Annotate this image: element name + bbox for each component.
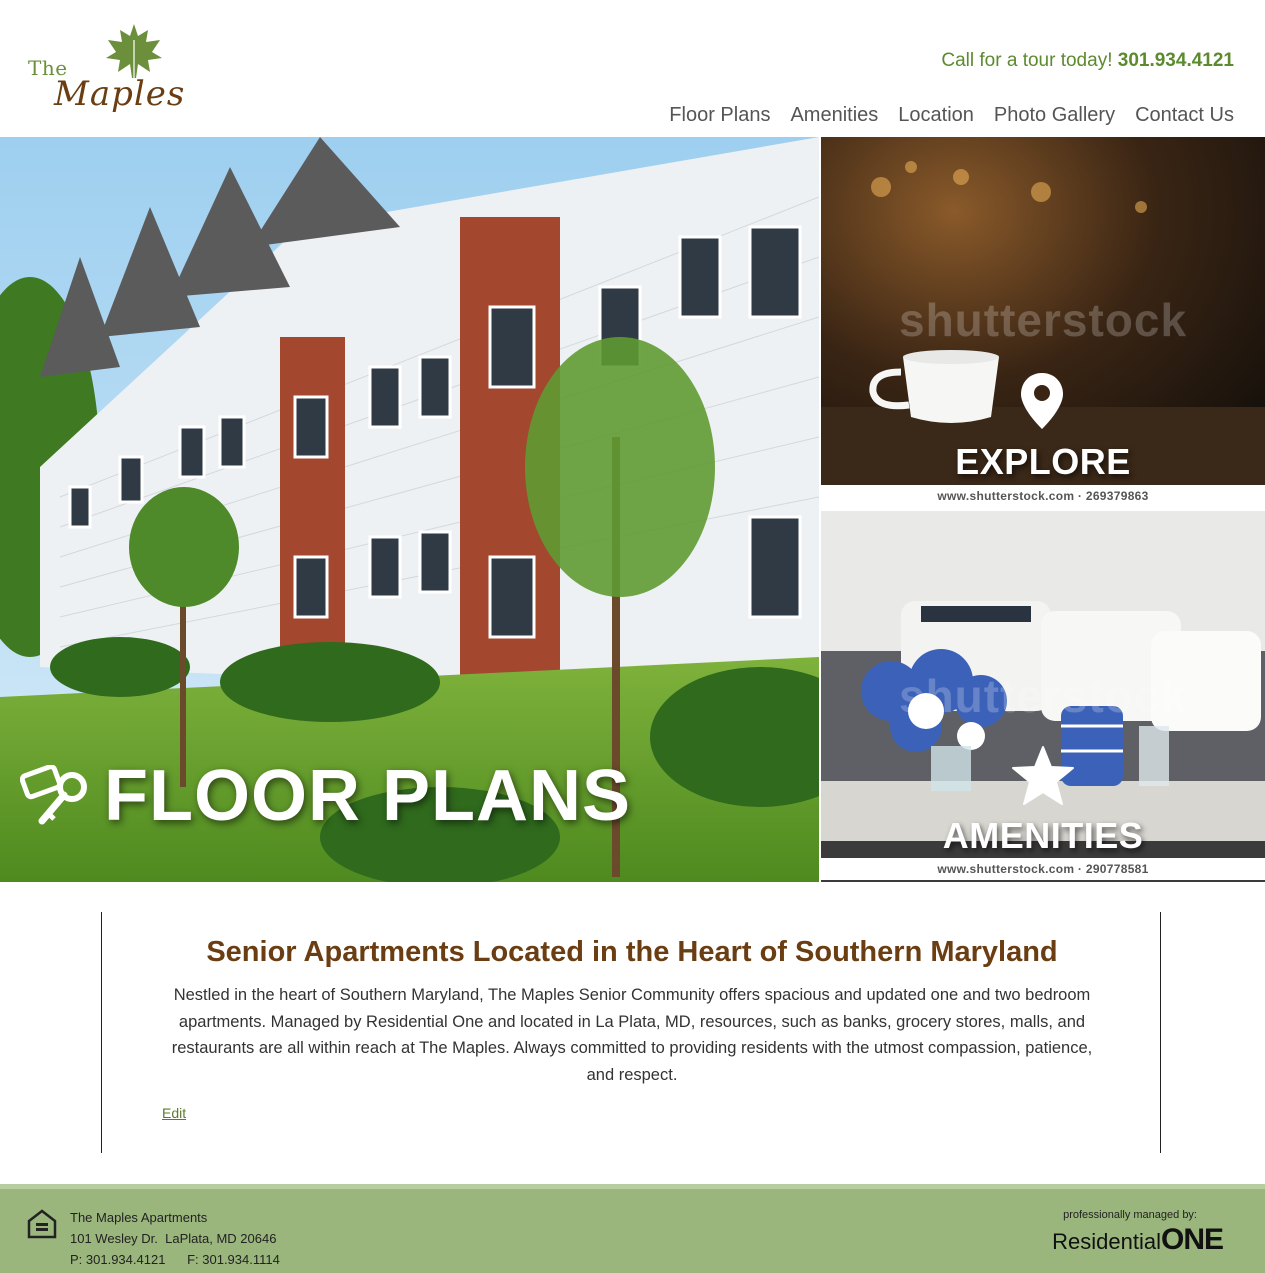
equal-housing-icon (27, 1209, 57, 1239)
intro-body: Nestled in the heart of Southern Marylan… (171, 986, 1093, 1084)
logo-maples: Maples (54, 74, 186, 114)
star-icon (1012, 746, 1074, 805)
floor-plans-hero[interactable]: FLOOR PLANS (0, 137, 819, 882)
footer-address-block: The Maples Apartments 101 Wesley Dr. LaP… (70, 1207, 280, 1270)
amenities-watermark: shutterstock (899, 670, 1188, 722)
site-header: The Maples Call for a tour today! 301.93… (0, 0, 1265, 137)
footer-phones: P: 301.934.4121 F: 301.934.1114 (70, 1252, 280, 1267)
brand-residential: Residential (1052, 1229, 1161, 1254)
site-footer: The Maples Apartments 101 Wesley Dr. LaP… (0, 1184, 1265, 1273)
amenities-tile[interactable]: shutterstock AMENITIES www.shutterstock.… (821, 511, 1265, 882)
explore-watermark: shutterstock (899, 294, 1188, 346)
edit-link[interactable]: Edit (162, 1105, 186, 1121)
footer-address: 101 Wesley Dr. LaPlata, MD 20646 (70, 1231, 277, 1246)
map-pin-icon (1021, 373, 1063, 429)
nav-floor-plans[interactable]: Floor Plans (669, 104, 770, 127)
tour-phone-number[interactable]: 301.934.4121 (1118, 50, 1234, 71)
explore-tile[interactable]: shutterstock EXPLORE www.shutterstock.co… (821, 137, 1265, 507)
tour-phone-prefix: Call for a tour today! (941, 50, 1113, 71)
intro-title: Senior Apartments Located in the Heart o… (206, 936, 1058, 968)
residential-one-logo[interactable]: ResidentialONE (1052, 1223, 1224, 1257)
amenities-credit: www.shutterstock.com · 290778581 (821, 858, 1265, 880)
main-nav: Floor Plans Amenities Location Photo Gal… (669, 104, 1234, 127)
floor-plans-title: FLOOR PLANS (104, 756, 631, 836)
explore-label: EXPLORE (955, 441, 1131, 482)
brand-one: ONE (1160, 1223, 1224, 1256)
amenities-label: AMENITIES (942, 815, 1144, 856)
site-logo[interactable]: The Maples (24, 22, 184, 132)
managed-by-label: professionally managed by: (1063, 1209, 1197, 1221)
nav-contact-us[interactable]: Contact Us (1135, 104, 1234, 127)
tour-phone: Call for a tour today! 301.934.4121 (941, 50, 1234, 72)
nav-amenities[interactable]: Amenities (790, 104, 878, 127)
explore-credit: www.shutterstock.com · 269379863 (821, 485, 1265, 507)
nav-photo-gallery[interactable]: Photo Gallery (994, 104, 1115, 127)
footer-name: The Maples Apartments (70, 1210, 208, 1225)
intro-section: Senior Apartments Located in the Heart o… (101, 912, 1161, 1153)
key-tag-icon (20, 765, 87, 825)
maple-leaf-icon (106, 24, 162, 78)
nav-location[interactable]: Location (898, 104, 974, 127)
